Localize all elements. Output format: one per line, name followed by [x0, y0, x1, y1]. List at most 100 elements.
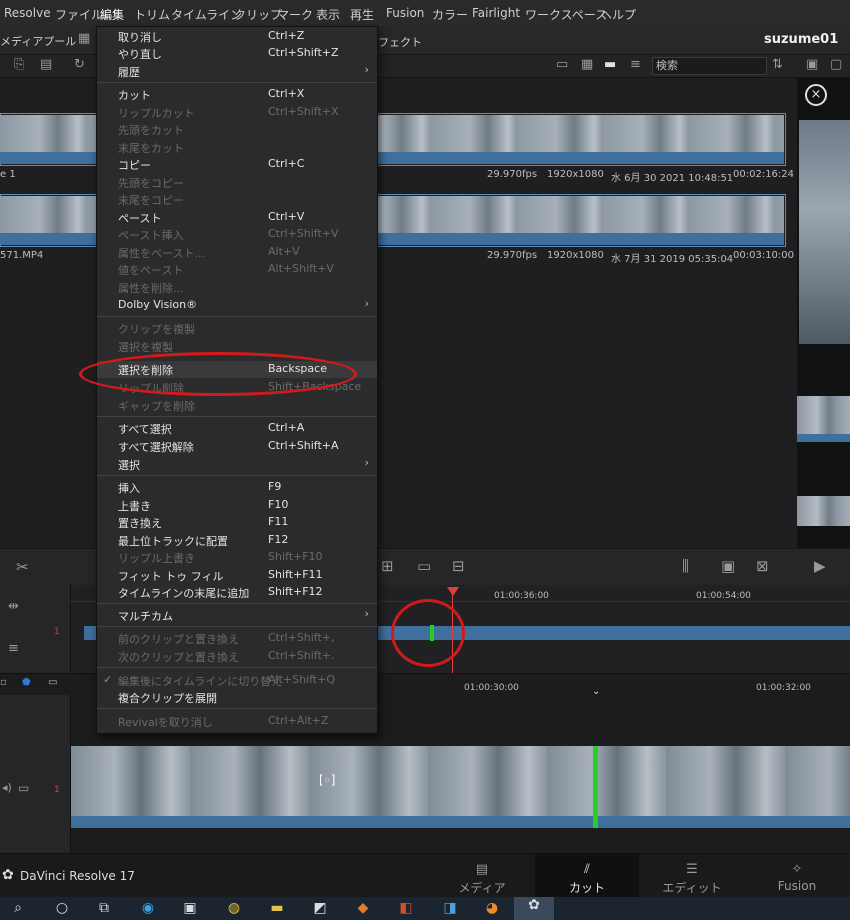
menu-item-select[interactable]: 選択 ›	[97, 456, 377, 473]
menu-edit[interactable]: 編集	[100, 6, 124, 23]
close-icon[interactable]: ×	[805, 84, 827, 106]
menu-color[interactable]: カラー	[432, 6, 468, 23]
ripple-overwrite-icon[interactable]: ⊟	[452, 557, 465, 575]
thumbnail-view-icon[interactable]: ▦	[581, 57, 593, 72]
menu-item-multicam[interactable]: マルチカム ›	[97, 607, 377, 624]
menu-mark[interactable]: マーク	[277, 6, 313, 23]
app-icon[interactable]: ◨	[440, 900, 460, 916]
clip-resolution: 1920x1080	[547, 169, 604, 180]
sort-icon[interactable]: ⇅	[772, 57, 783, 72]
menu-clip[interactable]: クリップ	[234, 6, 282, 23]
app-icon[interactable]: ◆	[353, 900, 373, 916]
menu-separator	[97, 667, 377, 668]
search-icon[interactable]: ⌕	[8, 900, 28, 916]
cortana-icon[interactable]: ○	[52, 900, 72, 916]
menu-item-duplicate-clip: クリップを複製	[118, 323, 195, 336]
clip-fps: 29.970fps	[487, 250, 538, 261]
menu-item-overwrite[interactable]: 上書き F10	[97, 497, 377, 514]
davinci-taskbar-icon[interactable]: ✿	[514, 897, 554, 920]
task-view-icon[interactable]: ⧉	[94, 900, 114, 916]
menu-item-append-to-end[interactable]: タイムラインの末尾に追加 Shift+F12	[97, 584, 377, 601]
menu-item-dolby-vision[interactable]: Dolby Vision® ›	[97, 297, 377, 314]
menu-item-paste-value: 値をペースト Alt+Shift+V	[118, 262, 334, 277]
timeline-options-icon[interactable]: ⇹	[8, 599, 19, 614]
green-marker	[593, 746, 598, 828]
menu-playback[interactable]: 再生	[350, 6, 374, 23]
video-track-icon[interactable]: ▭	[18, 781, 29, 795]
source-overwrite-icon[interactable]: ⊠	[756, 557, 769, 575]
smart-insert-icon[interactable]: ⊞	[381, 557, 394, 575]
clip-name: 571.MP4	[0, 250, 44, 261]
clip-fps: 29.970fps	[487, 169, 538, 180]
chrome-icon[interactable]: ◍	[224, 900, 244, 916]
explorer-icon[interactable]: ▬	[267, 900, 287, 916]
menu-help[interactable]: ヘルプ	[600, 6, 636, 23]
export-icon[interactable]: ▶	[814, 557, 826, 575]
close-up-icon[interactable]: ⫼	[682, 557, 689, 575]
import-icon[interactable]: ⎘	[14, 57, 24, 72]
menu-fusion[interactable]: Fusion	[386, 6, 424, 20]
metadata-view-icon[interactable]: ▭	[556, 57, 568, 72]
menu-separator	[97, 626, 377, 627]
page-edit[interactable]: ☰ エディット	[640, 854, 744, 898]
project-name: suzume01	[764, 32, 839, 47]
audio-options-icon[interactable]: ≡	[8, 641, 19, 656]
timeline-video-clip[interactable]	[71, 746, 850, 816]
menu-resolve[interactable]: Resolve	[4, 6, 51, 20]
menu-item-paste[interactable]: ペースト Ctrl+V	[97, 209, 377, 226]
page-media[interactable]: ▤ メディア	[430, 854, 534, 898]
menu-item-deselect-all[interactable]: すべて選択解除 Ctrl+Shift+A	[97, 438, 377, 455]
menu-item-swap-next: 次のクリップと置き換え Ctrl+Shift+.	[118, 649, 335, 664]
menu-workspace[interactable]: ワークスペース	[525, 6, 607, 23]
menu-file[interactable]: ファイル	[55, 6, 103, 23]
menu-item-place-on-top[interactable]: 最上位トラックに配置 F12	[97, 532, 377, 549]
office-icon[interactable]: ◧	[396, 900, 416, 916]
menu-item-history[interactable]: 履歴 ›	[97, 63, 377, 80]
menu-item-redo[interactable]: やり直し Ctrl+Shift+Z	[97, 45, 377, 62]
lock-icon[interactable]: ▫	[0, 677, 7, 688]
viewer-mode-icon[interactable]: ▣	[806, 57, 818, 72]
photos-icon[interactable]: ◩	[310, 900, 330, 916]
clip-date: 水 7月 31 2019 05:35:04	[611, 254, 734, 265]
append-icon[interactable]: ▭	[417, 557, 431, 575]
menu-item-cut[interactable]: カット Ctrl+X	[97, 86, 377, 103]
playhead-handle[interactable]	[447, 587, 459, 596]
scissors-icon[interactable]: ✂	[16, 558, 29, 576]
search-input[interactable]: 検索	[652, 57, 767, 75]
page-fusion[interactable]: ✧ Fusion	[745, 854, 849, 898]
flag-icon[interactable]: ▭	[48, 677, 57, 688]
menu-timeline[interactable]: タイムライン	[171, 6, 242, 23]
edge-icon[interactable]: ◉	[138, 900, 158, 916]
sync-icon[interactable]: ↻	[74, 57, 85, 72]
store-icon[interactable]: ▣	[180, 900, 200, 916]
effects-button[interactable]: フェクト	[378, 34, 422, 50]
menu-item-undo[interactable]: 取り消し Ctrl+Z	[97, 28, 377, 45]
menu-item-replace[interactable]: 置き換え F11	[97, 514, 377, 531]
strip-view-icon[interactable]: ▬	[604, 57, 616, 72]
marker-icon[interactable]: ⬟	[22, 677, 31, 688]
menu-separator	[97, 603, 377, 604]
folder-icon[interactable]: ▤	[40, 57, 52, 72]
track-number: 1	[54, 627, 60, 637]
firefox-icon[interactable]: ◕	[482, 900, 502, 916]
menu-item-copy[interactable]: コピー Ctrl+C	[97, 156, 377, 173]
place-on-top-icon[interactable]: ▣	[721, 557, 735, 575]
edit-point-icon[interactable]: [◦]	[319, 773, 335, 787]
page-cut[interactable]: ⫽ カット	[535, 854, 639, 900]
menu-item-decompose-compound[interactable]: 複合クリップを展開	[97, 689, 377, 706]
audio-icon[interactable]: ◂)	[2, 781, 12, 794]
list-view-icon[interactable]: ≡	[630, 57, 641, 72]
viewer-fullscreen-icon[interactable]: ▢	[830, 57, 842, 72]
menu-trim[interactable]: トリム	[134, 6, 170, 23]
menu-view[interactable]: 表示	[316, 6, 340, 23]
menu-item-fit-to-fill[interactable]: フィット トゥ フィル Shift+F11	[97, 567, 377, 584]
menu-fairlight[interactable]: Fairlight	[472, 6, 520, 20]
timeline-audio-clip[interactable]	[71, 816, 850, 828]
menu-item-ripple-overwrite: リップル上書き Shift+F10	[118, 550, 323, 565]
clip-duration: 00:03:10:00	[733, 250, 795, 261]
menu-item-select-all[interactable]: すべて選択 Ctrl+A	[97, 420, 377, 437]
menu-item-insert[interactable]: 挿入 F9	[97, 479, 377, 496]
media-pool-button[interactable]: メディアプール	[0, 33, 76, 49]
layout-icon[interactable]: ▦	[78, 31, 90, 46]
timecode-label: 01:00:32:00	[756, 683, 811, 693]
